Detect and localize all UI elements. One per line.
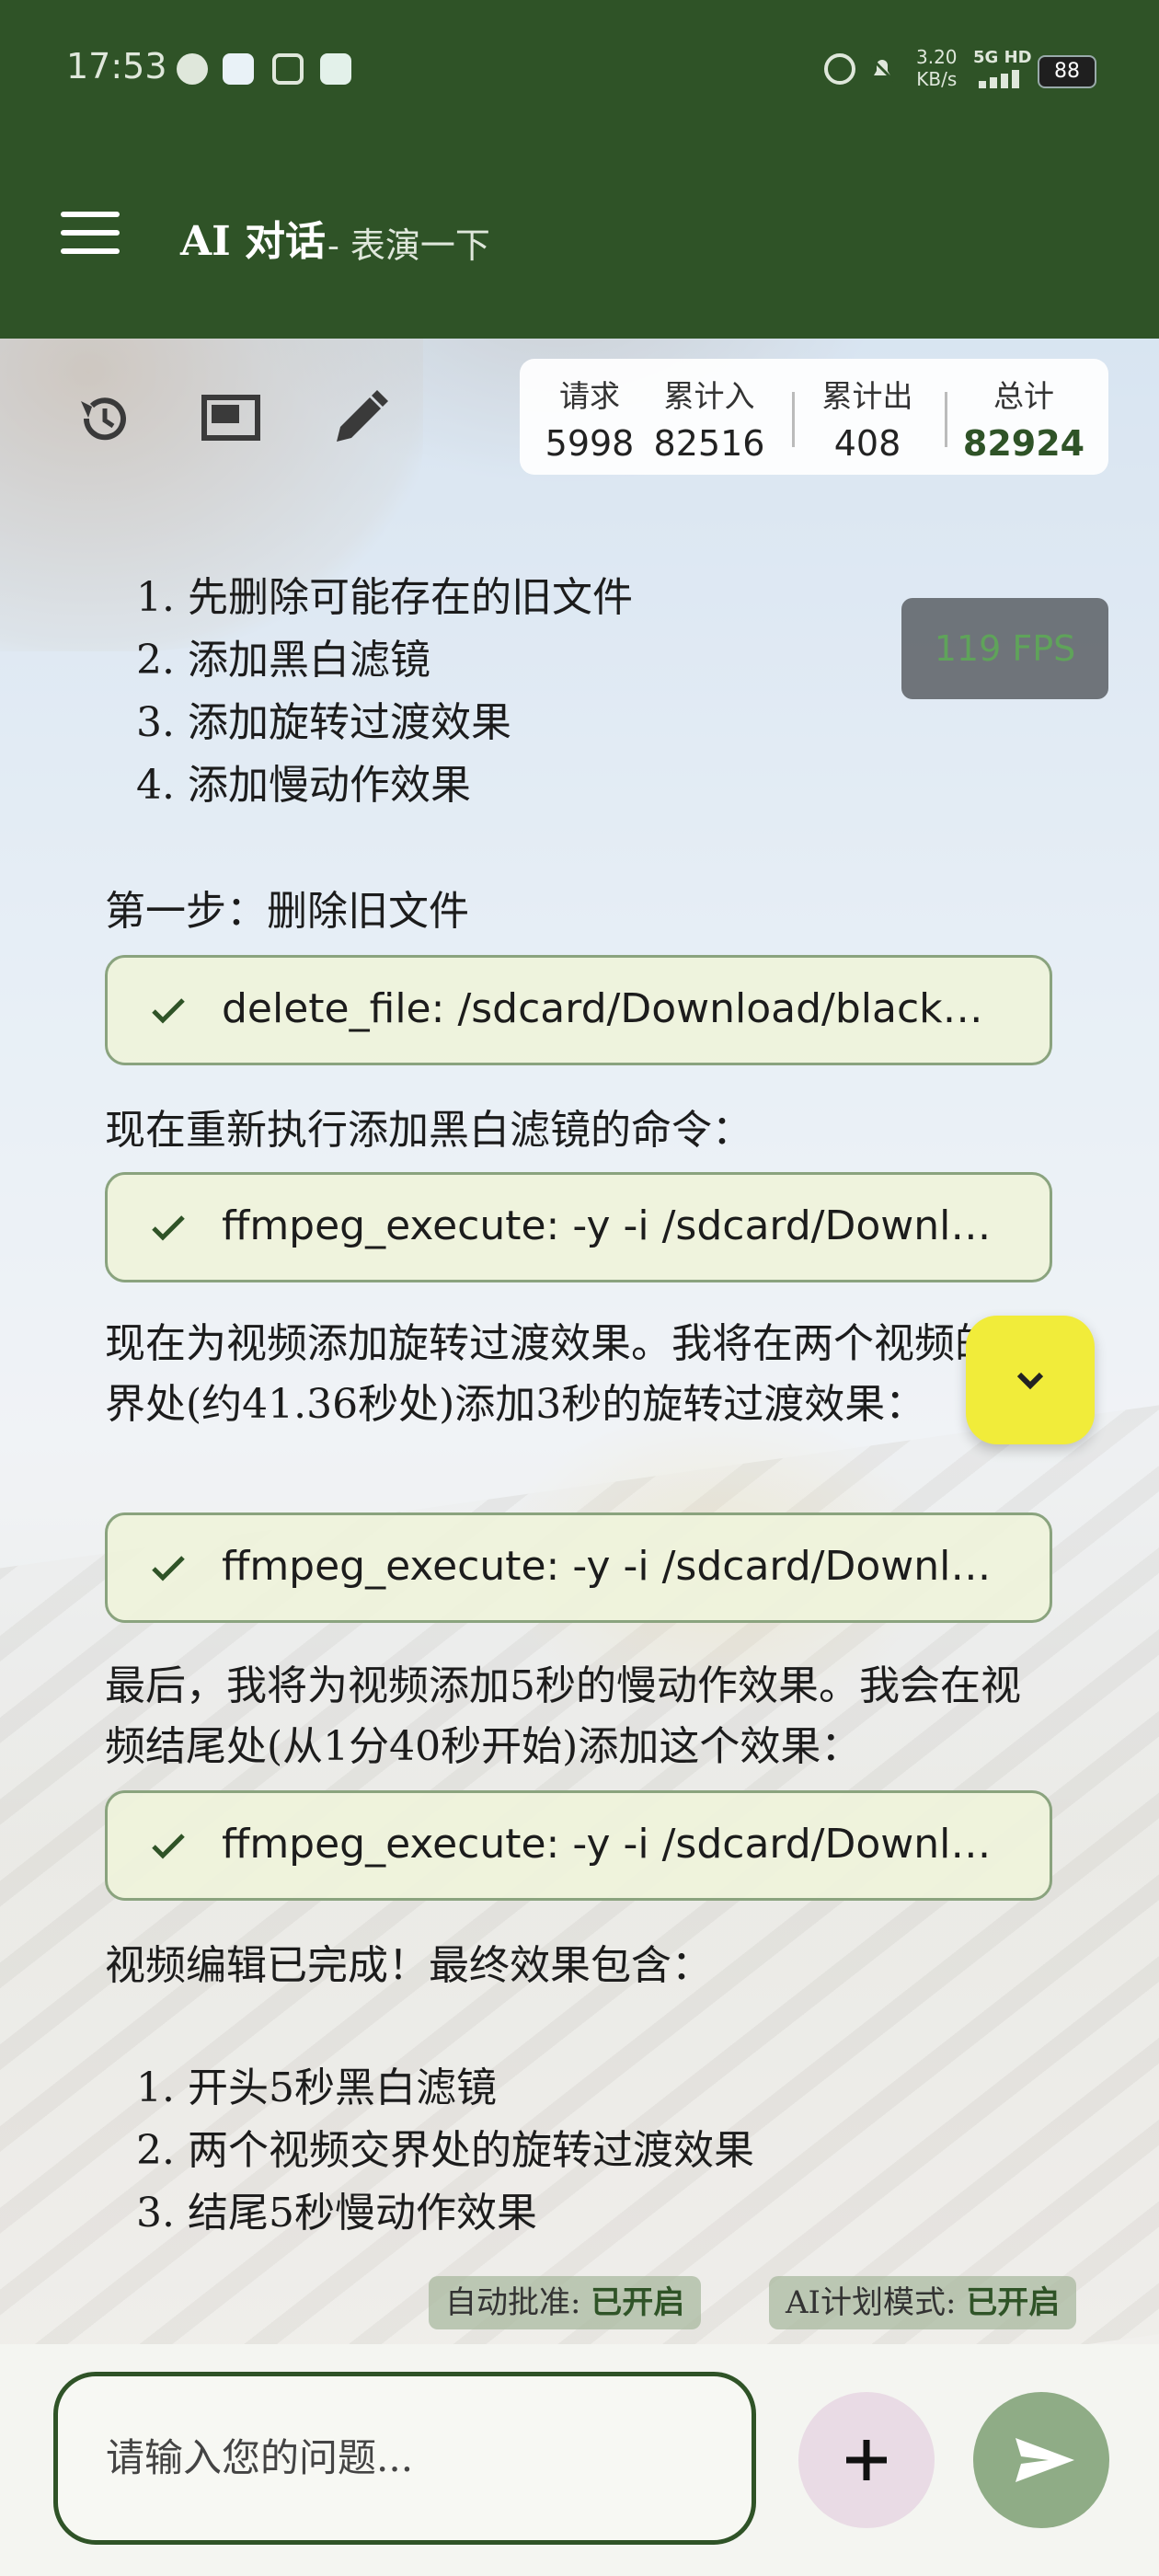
scroll-to-bottom-button[interactable] — [966, 1316, 1095, 1444]
fps-counter: 119 FPS — [901, 598, 1108, 699]
page-subtitle: - 表演一下 — [327, 225, 490, 266]
message-input[interactable]: 请输入您的问题... — [53, 2372, 756, 2545]
result-list: 1. 开头5秒黑白滤镜 2. 两个视频交界处的旋转过渡效果 3. 结尾5秒慢动作… — [136, 2057, 754, 2245]
tool-call-text: ffmpeg_execute: -y -i /sdcard/Downl… — [222, 1821, 992, 1868]
message-paragraph: 视频编辑已完成！最终效果包含： — [105, 1942, 712, 1989]
add-attachment-button[interactable] — [798, 2392, 935, 2528]
auto-approve-status[interactable]: 自动批准: 已开启 — [429, 2276, 702, 2329]
plus-icon — [846, 2440, 887, 2480]
wechat-notification-icon — [320, 53, 351, 85]
list-item: 2. 两个视频交界处的旋转过渡效果 — [136, 2127, 754, 2174]
network-type: 5G HD — [973, 48, 1032, 67]
send-button[interactable] — [973, 2392, 1109, 2528]
picture-in-picture-icon[interactable] — [199, 386, 263, 451]
list-item: 1. 先删除可能存在的旧文件 — [136, 574, 633, 621]
plan-mode-label: AI计划模式: — [786, 2284, 967, 2321]
page-title: AI 对话 — [180, 218, 327, 265]
stat-total-value: 82924 — [962, 423, 1085, 464]
stat-requests-label: 请求 — [559, 378, 620, 414]
message-paragraph: 第一步：删除旧文件 — [105, 888, 469, 935]
plan-mode-value: 已开启 — [966, 2284, 1061, 2321]
tool-call-text: ffmpeg_execute: -y -i /sdcard/Downl… — [222, 1202, 992, 1249]
app-notification-icon — [223, 53, 254, 85]
tool-call-card[interactable]: ffmpeg_execute: -y -i /sdcard/Downl… — [105, 1790, 1052, 1901]
edit-pencil-icon[interactable] — [327, 386, 392, 451]
history-icon[interactable] — [70, 386, 134, 451]
input-bar: 请输入您的问题... — [0, 2344, 1159, 2576]
app-bar: AI 对话 - 表演一下 — [0, 138, 1159, 339]
list-item: 3. 结尾5秒慢动作效果 — [136, 2190, 537, 2237]
tool-call-card[interactable]: ffmpeg_execute: -y -i /sdcard/Downl… — [105, 1512, 1052, 1623]
alarm-icon — [824, 53, 855, 85]
list-item: 3. 添加旋转过渡效果 — [136, 699, 511, 746]
check-icon — [152, 1215, 185, 1241]
check-icon — [152, 1834, 185, 1859]
signal-icon — [977, 68, 1030, 92]
send-icon — [1016, 2438, 1074, 2482]
stat-total-in-value: 82516 — [653, 423, 765, 464]
plan-steps-list: 1. 先删除可能存在的旧文件 2. 添加黑白滤镜 3. 添加旋转过渡效果 4. … — [136, 567, 633, 817]
mute-bell-icon — [866, 53, 898, 85]
message-paragraph: 最后，我将为视频添加5秒的慢动作效果。我会在视频结尾处(从1分40秒开始)添加这… — [105, 1662, 1021, 1770]
token-stats-panel: 请求 5998 累计入 82516 累计出 408 总计 82924 — [520, 359, 1108, 475]
message-notification-icon — [177, 53, 208, 85]
tool-call-card[interactable]: ffmpeg_execute: -y -i /sdcard/Downl… — [105, 1172, 1052, 1282]
tool-call-text: delete_file: /sdcard/Download/black… — [222, 985, 983, 1032]
net-speed-unit: KB/s — [916, 68, 958, 90]
auto-approve-value: 已开启 — [591, 2284, 685, 2321]
stat-total-in-label: 累计入 — [663, 378, 755, 414]
plan-mode-status[interactable]: AI计划模式: 已开启 — [769, 2276, 1077, 2329]
battery-indicator: 88 — [1038, 55, 1096, 88]
message-paragraph: 现在重新执行添加黑白滤镜的命令： — [105, 1107, 752, 1154]
auto-approve-label: 自动批准: — [445, 2284, 591, 2321]
message-paragraph: 现在为视频添加旋转过渡效果。我将在两个视频的交界处(约41.36秒处)添加3秒的… — [105, 1320, 1036, 1428]
list-item: 4. 添加慢动作效果 — [136, 762, 471, 809]
tool-call-text: ffmpeg_execute: -y -i /sdcard/Downl… — [222, 1543, 992, 1590]
stat-total-out-value: 408 — [833, 423, 901, 464]
sync-notification-icon — [272, 53, 304, 85]
chevron-down-icon — [1016, 1372, 1044, 1390]
check-icon — [152, 998, 185, 1024]
check-icon — [152, 1556, 185, 1581]
tool-call-card[interactable]: delete_file: /sdcard/Download/black… — [105, 955, 1052, 1065]
stats-divider — [945, 392, 947, 447]
net-speed: 3.20 — [916, 46, 958, 68]
list-item: 2. 添加黑白滤镜 — [136, 637, 430, 684]
stat-requests-value: 5998 — [545, 423, 635, 464]
stats-divider — [792, 392, 795, 447]
stat-total-label: 总计 — [993, 378, 1054, 414]
menu-icon[interactable] — [61, 212, 120, 254]
status-bar: 17:53 3.20 KB/s 5G HD 88 — [0, 0, 1159, 138]
status-time: 17:53 — [66, 46, 167, 86]
list-item: 1. 开头5秒黑白滤镜 — [136, 2064, 497, 2111]
stat-total-out-label: 累计出 — [821, 378, 913, 414]
